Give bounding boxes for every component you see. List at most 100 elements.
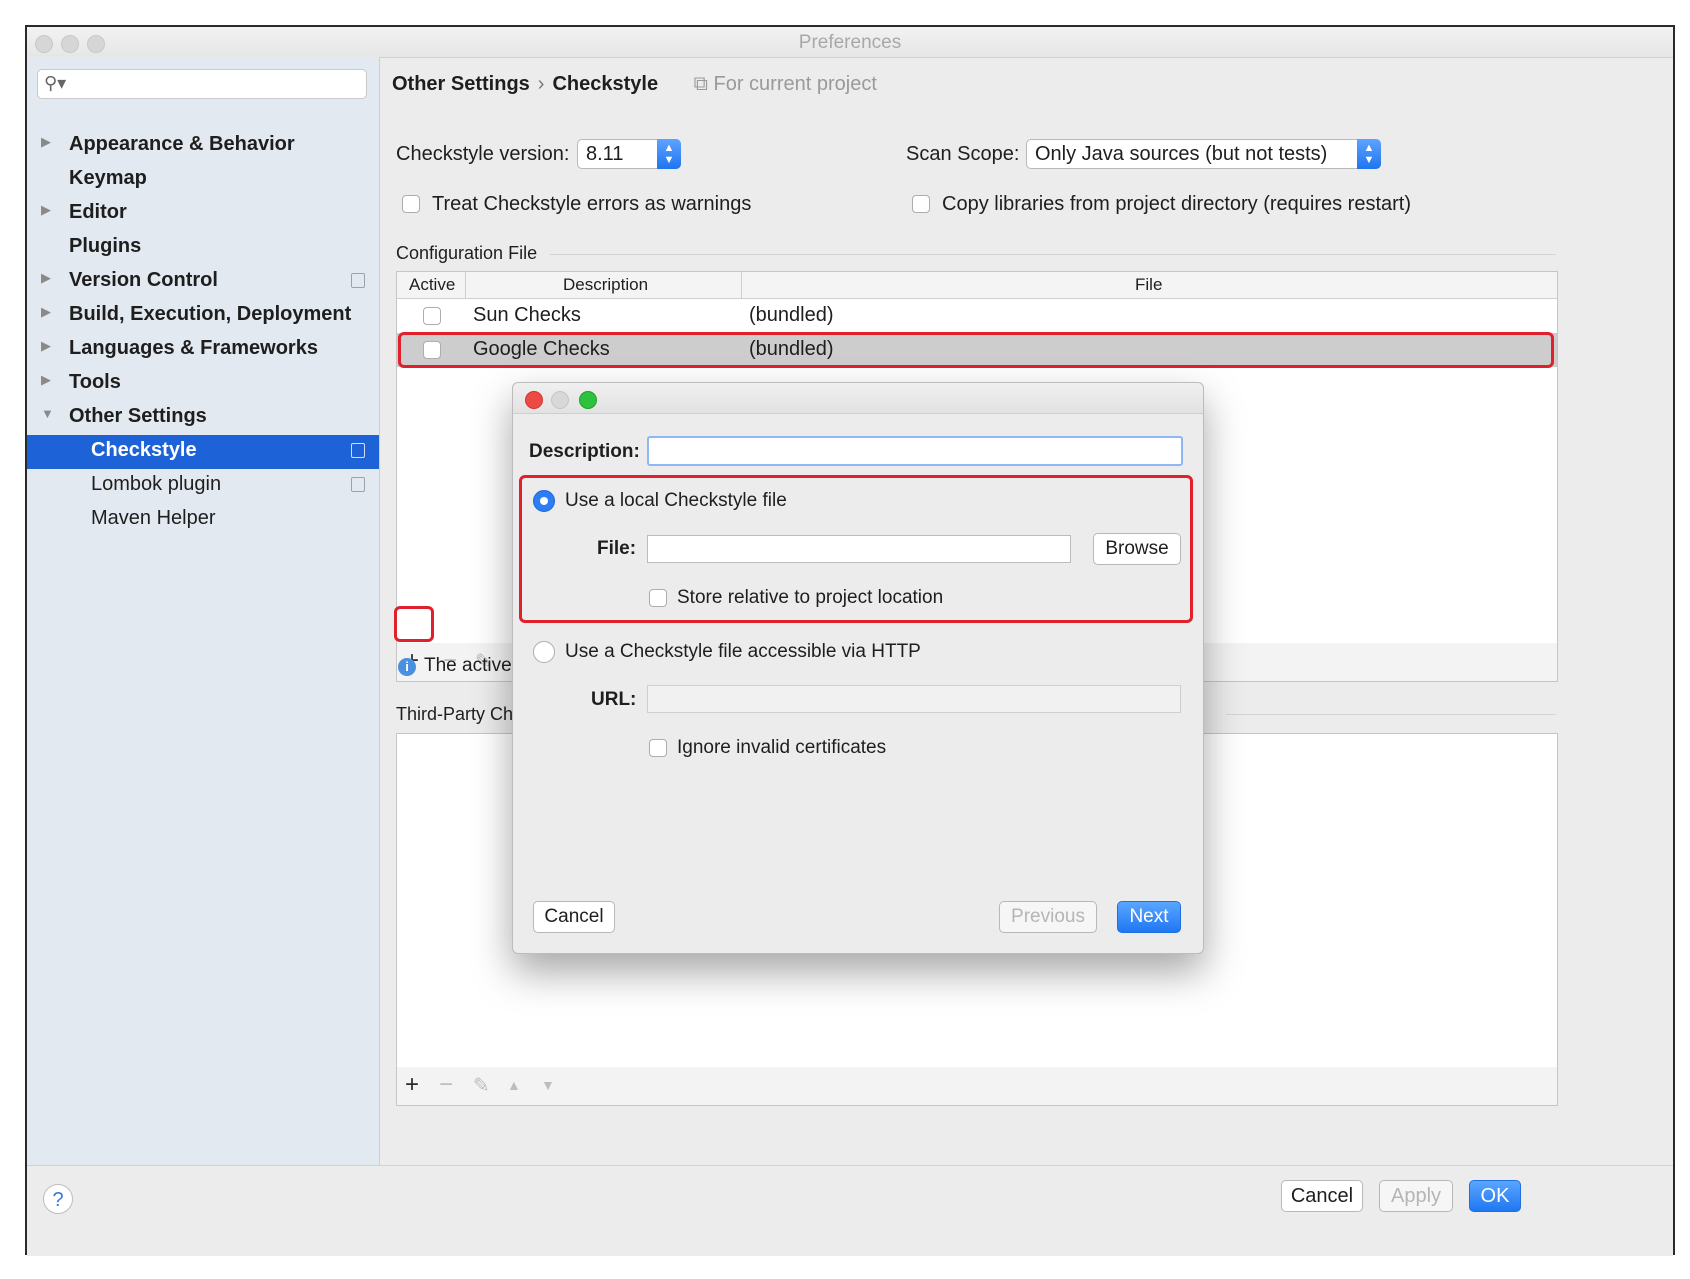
- sidebar-item-label: Appearance & Behavior: [69, 133, 295, 155]
- scope-note-label: For current project: [713, 73, 877, 95]
- sidebar-item-label: Checkstyle: [91, 439, 197, 461]
- sidebar-item-build[interactable]: ▶ Build, Execution, Deployment: [27, 299, 379, 333]
- apply-button[interactable]: Apply: [1379, 1180, 1453, 1212]
- ok-button[interactable]: OK: [1469, 1180, 1521, 1212]
- row-description: Sun Checks: [473, 304, 581, 326]
- sidebar-item-tools[interactable]: ▶ Tools: [27, 367, 379, 401]
- sidebar-item-label: Maven Helper: [91, 507, 216, 529]
- expand-arrow-icon: ▶: [41, 202, 51, 217]
- project-settings-icon: ⧉: [693, 73, 708, 95]
- window-title: Preferences: [798, 32, 902, 53]
- third-party-toolbar: + − ✎ ▲ ▼: [396, 1067, 1558, 1106]
- version-value: 8.11: [586, 143, 624, 165]
- description-input[interactable]: [647, 436, 1183, 466]
- project-settings-icon: [351, 443, 365, 458]
- configuration-file-section-label: Configuration File: [396, 243, 538, 263]
- info-icon: i: [398, 658, 416, 676]
- local-file-radio[interactable]: [533, 490, 555, 512]
- select-stepper-icon: ▲ ▼: [1357, 139, 1381, 169]
- dialog-minimize-button[interactable]: [551, 391, 569, 409]
- scan-scope-select[interactable]: Only Java sources (but not tests) ▲ ▼: [1026, 139, 1381, 169]
- section-divider: [1226, 714, 1556, 715]
- sidebar-item-label: Version Control: [69, 269, 218, 291]
- table-row[interactable]: Sun Checks (bundled): [397, 299, 1557, 333]
- table-header: Active Description File: [397, 272, 1557, 299]
- copy-libraries-checkbox[interactable]: [912, 195, 930, 213]
- sidebar-item-lombok[interactable]: Lombok plugin: [27, 469, 379, 503]
- file-path-input[interactable]: [647, 535, 1071, 563]
- sidebar-item-keymap[interactable]: Keymap: [27, 163, 379, 197]
- dialog-close-button[interactable]: [525, 391, 543, 409]
- preferences-button-bar: ? Cancel Apply OK: [27, 1165, 1673, 1256]
- add-icon[interactable]: +: [405, 1071, 419, 1099]
- url-label: URL:: [591, 689, 637, 710]
- select-stepper-icon: ▲ ▼: [657, 139, 681, 169]
- collapse-arrow-icon: ▼: [41, 406, 54, 421]
- store-relative-checkbox[interactable]: [649, 589, 667, 607]
- ignore-certificates-checkbox[interactable]: [649, 739, 667, 757]
- sidebar-item-label: Lombok plugin: [91, 473, 222, 495]
- expand-arrow-icon: ▶: [41, 134, 51, 149]
- column-divider: [465, 272, 466, 298]
- row-file: (bundled): [749, 304, 834, 326]
- project-settings-icon: [351, 273, 365, 288]
- sidebar-item-label: Languages & Frameworks: [69, 337, 318, 359]
- sidebar-item-label: Keymap: [69, 167, 147, 189]
- treat-errors-label: Treat Checkstyle errors as warnings: [432, 193, 752, 215]
- copy-libraries-label: Copy libraries from project directory (r…: [942, 193, 1412, 215]
- browse-button[interactable]: Browse: [1093, 533, 1181, 565]
- active-checkbox[interactable]: [423, 307, 441, 325]
- sidebar-item-appearance[interactable]: ▶ Appearance & Behavior: [27, 129, 379, 163]
- move-down-icon[interactable]: ▼: [541, 1077, 555, 1093]
- dialog-zoom-button[interactable]: [579, 391, 597, 409]
- move-up-icon[interactable]: ▲: [507, 1077, 521, 1093]
- breadcrumb-parent: Other Settings: [392, 73, 530, 95]
- expand-arrow-icon: ▶: [41, 372, 51, 387]
- sidebar-item-maven-helper[interactable]: Maven Helper: [27, 503, 379, 537]
- help-button[interactable]: ?: [43, 1184, 73, 1214]
- sidebar-item-editor[interactable]: ▶ Editor: [27, 197, 379, 231]
- sidebar-item-label: Plugins: [69, 235, 142, 257]
- column-header-file[interactable]: File: [1135, 275, 1162, 295]
- search-input[interactable]: ⚲▾: [37, 69, 367, 99]
- dialog-cancel-button[interactable]: Cancel: [533, 901, 615, 933]
- sidebar-item-languages[interactable]: ▶ Languages & Frameworks: [27, 333, 379, 367]
- previous-button[interactable]: Previous: [999, 901, 1097, 933]
- sidebar-item-version-control[interactable]: ▶ Version Control: [27, 265, 379, 299]
- version-select[interactable]: 8.11 ▲ ▼: [577, 139, 681, 169]
- breadcrumb-current: Checkstyle: [552, 73, 659, 95]
- preferences-window: Preferences ⚲▾ ▶ Appearance & Behavior K…: [25, 25, 1675, 1256]
- description-label: Description:: [529, 441, 640, 462]
- next-button[interactable]: Next: [1117, 901, 1181, 933]
- sidebar-item-label: Other Settings: [69, 405, 207, 427]
- scan-scope-value: Only Java sources (but not tests): [1035, 143, 1328, 165]
- highlight-add-button: [394, 606, 434, 642]
- project-settings-icon: [351, 477, 365, 492]
- add-configuration-dialog: Description: Use a local Checkstyle file…: [512, 382, 1204, 954]
- column-header-active[interactable]: Active: [409, 275, 455, 295]
- sidebar-item-checkstyle[interactable]: Checkstyle: [27, 435, 379, 469]
- treat-errors-checkbox[interactable]: [402, 195, 420, 213]
- section-divider: [550, 254, 1556, 255]
- local-file-option-label: Use a local Checkstyle file: [565, 490, 787, 511]
- remove-icon[interactable]: −: [439, 1071, 453, 1099]
- expand-arrow-icon: ▶: [41, 338, 51, 353]
- window-titlebar: Preferences: [27, 27, 1673, 58]
- search-icon: ⚲▾: [44, 73, 67, 93]
- sidebar-item-label: Tools: [69, 371, 121, 393]
- store-relative-label: Store relative to project location: [677, 587, 944, 608]
- file-label: File:: [597, 538, 637, 559]
- column-header-description[interactable]: Description: [563, 275, 648, 295]
- breadcrumb: Other Settings › Checkstyle ⧉ For current …: [392, 73, 877, 96]
- highlight-google-checks-row: [398, 332, 1554, 368]
- sidebar-item-other-settings[interactable]: ▼ Other Settings: [27, 401, 379, 435]
- sidebar-item-label: Build, Execution, Deployment: [69, 303, 352, 325]
- scope-note: ⧉ For current project: [694, 73, 877, 95]
- version-label: Checkstyle version:: [396, 143, 570, 165]
- cancel-button[interactable]: Cancel: [1281, 1180, 1363, 1212]
- sidebar-item-plugins[interactable]: Plugins: [27, 231, 379, 265]
- http-file-radio[interactable]: [533, 641, 555, 663]
- http-option-label: Use a Checkstyle file accessible via HTT…: [565, 641, 921, 662]
- edit-icon[interactable]: ✎: [473, 1073, 490, 1098]
- url-input[interactable]: [647, 685, 1181, 713]
